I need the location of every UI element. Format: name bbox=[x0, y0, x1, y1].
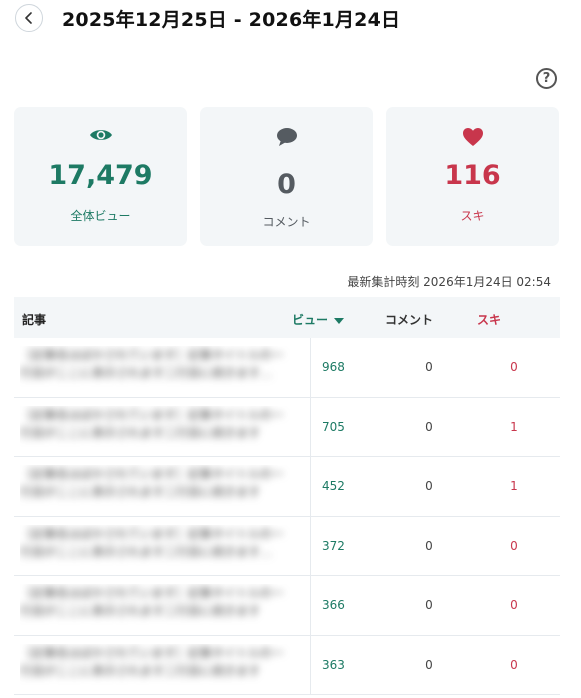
column-header-views-label: ビュー bbox=[292, 313, 329, 327]
column-header-views[interactable]: ビュー bbox=[292, 311, 345, 328]
row-views: 452 bbox=[322, 479, 345, 493]
total-comments-value: 0 bbox=[277, 169, 296, 200]
table-row[interactable]: ［記事名はぼかされています］記事タイトルの一行目がここに表示されます二行目に続き… bbox=[14, 338, 560, 398]
total-views-label: 全体ビュー bbox=[70, 209, 131, 223]
row-likes: 0 bbox=[510, 538, 518, 553]
article-title[interactable]: ［記事名はぼかされています］記事タイトルの一行目がここに表示されます二行目に続き… bbox=[20, 465, 290, 507]
heart-icon bbox=[386, 127, 559, 147]
column-header-comments[interactable]: コメント bbox=[385, 311, 433, 328]
sort-descending-icon bbox=[334, 317, 345, 324]
row-views: 366 bbox=[322, 598, 345, 612]
row-likes: 0 bbox=[510, 360, 518, 374]
row-comments: 0 bbox=[425, 657, 433, 672]
help-button[interactable]: ? bbox=[536, 68, 557, 89]
total-comments-label: コメント bbox=[262, 215, 311, 229]
eye-icon bbox=[14, 127, 187, 143]
row-likes: 1 bbox=[510, 419, 518, 434]
row-views: 705 bbox=[322, 419, 345, 434]
table-header: 記事 ビュー コメント スキ bbox=[14, 297, 560, 338]
article-stats-table: 記事 ビュー コメント スキ ［記事名はぼかされています］記事タイトルの一行目が… bbox=[14, 297, 560, 695]
article-title[interactable]: ［記事名はぼかされています］記事タイトルの一行目がここに表示されます二行目に続き… bbox=[20, 643, 290, 686]
article-title[interactable]: ［記事名はぼかされています］記事タイトルの一行目がここに表示されます二行目に続き… bbox=[20, 524, 290, 567]
speech-bubble-icon bbox=[200, 127, 373, 147]
table-row[interactable]: ［記事名はぼかされています］記事タイトルの一行目がここに表示されます二行目に続き… bbox=[14, 516, 560, 576]
column-header-likes[interactable]: スキ bbox=[477, 311, 501, 328]
row-comments: 0 bbox=[425, 479, 433, 493]
row-comments: 0 bbox=[425, 538, 433, 553]
article-title[interactable]: ［記事名はぼかされています］記事タイトルの一行目がここに表示されます二行目に続き… bbox=[20, 584, 290, 626]
article-title[interactable]: ［記事名はぼかされています］記事タイトルの一行目がここに表示されます二行目に続き… bbox=[20, 405, 290, 448]
row-comments: 0 bbox=[425, 360, 433, 374]
row-views: 968 bbox=[322, 360, 345, 374]
comments-stat-card: 0 コメント bbox=[200, 107, 373, 246]
total-likes-label: スキ bbox=[460, 209, 485, 223]
table-row[interactable]: ［記事名はぼかされています］記事タイトルの一行目がここに表示されます二行目に続き… bbox=[14, 457, 560, 517]
row-comments: 0 bbox=[425, 419, 433, 434]
total-views-value: 17,479 bbox=[48, 160, 153, 191]
row-comments: 0 bbox=[425, 598, 433, 612]
row-views: 363 bbox=[322, 657, 345, 672]
row-likes: 1 bbox=[510, 479, 518, 493]
question-circle-icon: ? bbox=[542, 71, 551, 86]
row-likes: 0 bbox=[510, 598, 518, 612]
column-header-article: 記事 bbox=[22, 313, 47, 327]
total-likes-value: 116 bbox=[444, 160, 501, 191]
table-row[interactable]: ［記事名はぼかされています］記事タイトルの一行目がここに表示されます二行目に続き… bbox=[14, 576, 560, 636]
last-updated-text: 最新集計時刻 2026年1月24日 02:54 bbox=[347, 275, 551, 289]
stats-page: 2025年12月25日 - 2026年1月24日 ? 17,479 全体ビュー … bbox=[0, 0, 581, 698]
likes-stat-card: 116 スキ bbox=[386, 107, 559, 246]
chevron-left-icon bbox=[25, 12, 32, 24]
table-row[interactable]: ［記事名はぼかされています］記事タイトルの一行目がここに表示されます二行目に続き… bbox=[14, 635, 560, 695]
date-range-title: 2025年12月25日 - 2026年1月24日 bbox=[62, 9, 401, 31]
views-stat-card: 17,479 全体ビュー bbox=[14, 107, 187, 246]
row-likes: 0 bbox=[510, 657, 518, 672]
article-title[interactable]: ［記事名はぼかされています］記事タイトルの一行目がここに表示されます二行目に続き… bbox=[20, 346, 290, 388]
row-views: 372 bbox=[322, 538, 345, 553]
table-row[interactable]: ［記事名はぼかされています］記事タイトルの一行目がここに表示されます二行目に続き… bbox=[14, 397, 560, 457]
back-button[interactable] bbox=[15, 4, 43, 32]
